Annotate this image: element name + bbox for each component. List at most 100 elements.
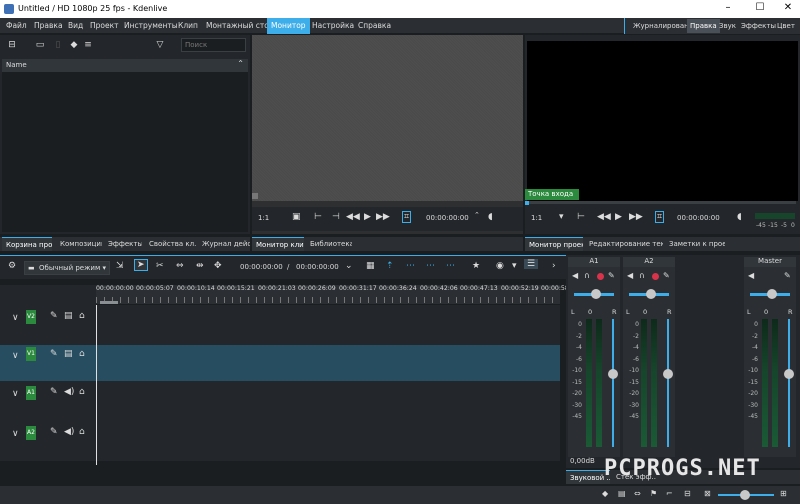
play-icon[interactable]: ▶ [615,212,622,222]
volume-handle[interactable] [784,369,794,379]
collapse-icon[interactable]: ∨ [12,389,19,399]
effect-wand-icon[interactable]: ✎ [50,349,58,359]
headphones-icon[interactable]: ∩ [584,271,590,280]
edit-icon[interactable]: ✎ [663,271,670,280]
film-icon[interactable]: ▤ [618,489,626,498]
bin-list[interactable] [2,73,248,232]
tag-icon[interactable]: ◆ [68,39,80,51]
favorite-star-icon[interactable]: ★ [472,261,480,271]
zoom-icon[interactable]: ⊠ [704,489,711,498]
lock-icon[interactable]: ⌂ [79,349,85,359]
film-icon[interactable]: ▤ [64,349,73,359]
menu-edit[interactable]: Правка [30,18,67,34]
volume-track[interactable] [612,319,614,447]
tab-clip-monitor[interactable]: Монитор клипа [252,237,304,251]
effect-wand-icon[interactable]: ✎ [50,387,58,397]
crop-icon[interactable]: ⌗ [402,211,412,223]
flag-icon[interactable]: ⚑ [650,489,657,498]
clip-zoom[interactable]: 1:1 [258,214,269,222]
film-icon[interactable]: ▤ [64,311,73,321]
chevron-down-icon[interactable]: ▾ [512,261,517,271]
tab-project-bin[interactable]: Корзина прое... [2,237,52,251]
playhead[interactable] [96,305,97,465]
audio-icon[interactable]: ◖ [488,212,493,222]
speaker-icon[interactable]: ◀ [748,271,754,280]
effect-wand-icon[interactable]: ✎ [50,311,58,321]
volume-track[interactable] [788,319,790,447]
menu-help[interactable]: Справка [354,18,395,34]
project-zoom[interactable]: 1:1 [531,214,542,222]
play-icon[interactable]: ▶ [364,212,371,222]
menu-tools[interactable]: Инструменты [120,18,182,34]
tab-text-editor[interactable]: Редактирование текста [585,237,663,251]
timecode-spin-icon[interactable]: ⌃ [474,211,480,219]
snap-icon[interactable]: ⌐ [666,489,673,498]
tab-compositions[interactable]: Композиции [56,237,102,251]
speaker-icon[interactable]: ◀) [64,387,74,397]
add-clip-icon[interactable]: ⊟ [6,39,18,51]
pan-handle[interactable] [591,289,601,299]
lift-icon[interactable]: ⋯ [426,261,435,271]
volume-handle[interactable] [663,369,673,379]
headphones-icon[interactable]: ∩ [639,271,645,280]
split-audio-icon[interactable]: ▦ [366,261,375,271]
zoom-in-icon[interactable]: ⊞ [780,489,787,498]
rewind-icon[interactable]: ◀◀ [597,212,611,222]
clip-icon[interactable]: ▯ [52,39,64,51]
filter-icon[interactable]: ▽ [154,39,166,51]
close-button[interactable]: ✕ [776,2,800,13]
tab-effects[interactable]: Эффекты [104,237,142,251]
fit-icon[interactable]: ▣ [292,212,301,222]
clip-monitor-screen[interactable] [252,35,523,201]
set-in-icon[interactable]: ⊢ [577,212,585,222]
slip-tool-icon[interactable]: ⇔ [176,261,184,271]
record-icon[interactable] [597,273,604,280]
lock-icon[interactable]: ⌂ [79,311,85,321]
pan-handle[interactable] [646,289,656,299]
menu-settings[interactable]: Настройка [308,18,358,34]
overwrite-icon[interactable]: ⇡ [386,261,394,271]
forward-icon[interactable]: ▶▶ [376,212,390,222]
speaker-icon[interactable]: ◀ [572,271,578,280]
workspace-audio[interactable]: Звук [716,19,739,33]
mixer-toggle-icon[interactable]: ☰ [524,259,539,269]
track-a1[interactable]: ∨ A1 ✎ ◀) ⌂ [0,381,560,421]
clip-timecode[interactable]: 00:00:00:00 [426,214,469,222]
collapse-icon[interactable]: ∨ [12,313,19,323]
zoom-handle[interactable] [740,490,750,500]
tag-icon[interactable]: ◆ [602,489,608,498]
select-tool-icon[interactable]: ➤ [134,259,148,271]
project-monitor-screen[interactable] [527,41,798,201]
volume-handle[interactable] [608,369,618,379]
zoom-out-icon[interactable]: ⊟ [684,489,691,498]
crop-icon[interactable]: ⌗ [655,211,665,223]
sort-icon[interactable]: ⌃ [237,59,244,68]
project-ruler[interactable] [525,201,796,204]
timeline-duration[interactable]: 00:00:00:00 [296,263,339,271]
timecode-spin-icon[interactable]: ⌄ [345,261,353,271]
insert-icon[interactable]: ⋯ [406,261,415,271]
menu-project[interactable]: Проект [86,18,123,34]
tab-undo-history[interactable]: Журнал дейс... [198,237,250,251]
project-timecode[interactable]: 00:00:00:00 [677,214,720,222]
edit-icon[interactable]: ✎ [784,271,791,280]
timeline-settings-icon[interactable]: ⚙ [8,261,16,271]
speaker-icon[interactable]: ◀) [64,427,74,437]
folder-icon[interactable]: ▭ [34,39,46,51]
razor-tool-icon[interactable]: ✂ [156,261,164,271]
collapse-icon[interactable]: ∨ [12,351,19,361]
lock-icon[interactable]: ⌂ [79,427,85,437]
speaker-icon[interactable]: ◀ [627,271,633,280]
set-out-icon[interactable]: ⊣ [332,212,340,222]
menu-view[interactable]: Вид [64,18,87,34]
spacer-tool-icon[interactable]: ⇲ [116,261,124,271]
playhead-marker[interactable] [525,201,529,205]
menu-file[interactable]: Файл [2,18,31,34]
track-v2[interactable]: ∨ V2 ✎ ▤ ⌂ [0,305,560,345]
track-a2[interactable]: ∨ A2 ✎ ◀) ⌂ [0,421,560,461]
record-icon[interactable]: ◉ [496,261,504,271]
workspace-editing[interactable]: Правка [687,19,720,33]
pan-handle[interactable] [767,289,777,299]
multicam-tool-icon[interactable]: ✥ [214,261,222,271]
workspace-effects[interactable]: Эффекты [738,19,779,33]
